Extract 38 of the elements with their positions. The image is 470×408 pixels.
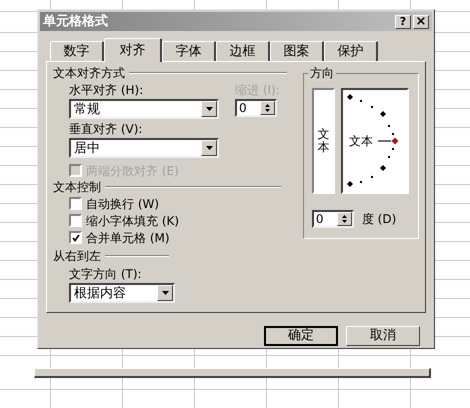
checkbox[interactable]	[69, 214, 82, 228]
group-heading: 文本控制	[53, 179, 101, 196]
field-label: 度 (D)	[362, 211, 396, 228]
tab[interactable]: 对齐	[104, 38, 162, 62]
dial-pointer-drawing	[377, 138, 398, 145]
tab[interactable]: 保护	[324, 41, 378, 62]
dial-marks-drawing	[346, 94, 394, 136]
orientation-dial[interactable]: 文本	[340, 88, 409, 194]
tab[interactable]: 数字	[50, 41, 104, 62]
group-heading: 从右到左	[53, 248, 101, 266]
dropdown[interactable]: 居中	[69, 138, 219, 158]
dial-text: 文本	[348, 133, 373, 150]
field-label: 垂直对齐 (V):	[69, 121, 144, 138]
checkbox[interactable]	[69, 197, 82, 210]
spin-arrows-icon	[336, 212, 352, 226]
tab[interactable]: 字体	[162, 41, 216, 62]
dial-marks-drawing	[346, 148, 394, 188]
checkbox[interactable]	[69, 231, 82, 244]
field-label: 水平对齐 (H):	[69, 82, 144, 100]
window-title: 单元格格式	[43, 12, 108, 31]
group-heading: 方向	[308, 65, 336, 82]
spin-field[interactable]: 0	[312, 210, 354, 228]
dialog-button[interactable]: 确定	[264, 326, 338, 346]
checkbox-label: 缩小字体填充 (K)	[86, 212, 180, 230]
dropdown[interactable]: 常规	[69, 99, 219, 120]
checkbox-label: 自动换行 (W)	[86, 196, 160, 213]
field-label: 文字方向 (T):	[69, 266, 143, 284]
checkbox-label: 合并单元格 (M)	[86, 230, 170, 247]
spin-arrows-icon	[260, 101, 275, 116]
dialog-button[interactable]: 取消	[346, 326, 420, 346]
vertical-text-box[interactable]: 文本	[312, 88, 335, 194]
tab[interactable]: 图案	[270, 41, 324, 62]
vertical-text: 文本	[317, 128, 330, 154]
tab[interactable]: 边框	[216, 41, 270, 62]
dropdown[interactable]: 根据内容	[69, 283, 175, 304]
close-button[interactable]: ×	[413, 14, 429, 28]
group-heading: 文本对齐方式	[53, 65, 125, 82]
help-button[interactable]: ?	[395, 14, 411, 28]
